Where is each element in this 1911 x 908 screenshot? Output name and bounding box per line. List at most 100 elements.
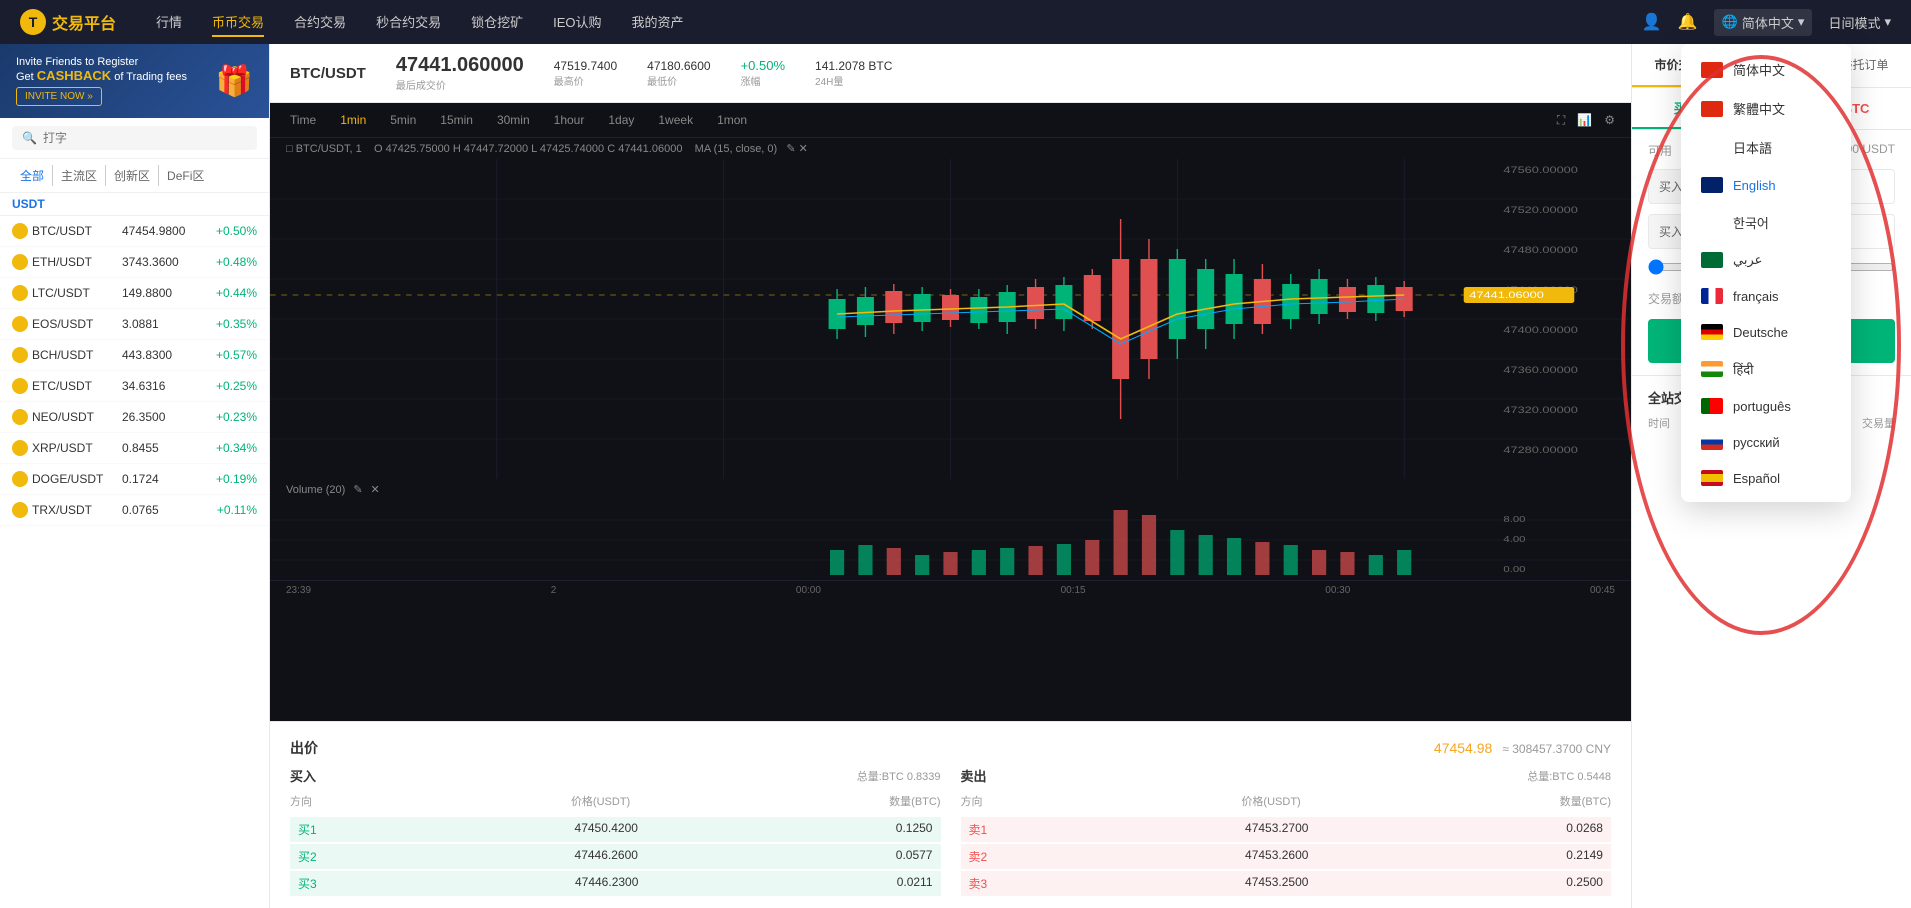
chart-time-1day[interactable]: 1day [604, 111, 638, 129]
vol-close-icon[interactable]: ✕ [371, 483, 380, 496]
ob-sell-row[interactable]: 卖147453.27000.0268 [961, 817, 1612, 842]
nav-ieo[interactable]: IEO认购 [553, 8, 601, 37]
time-label-4: 00:15 [1061, 585, 1086, 596]
tab-defi[interactable]: DeFi区 [158, 165, 212, 186]
chart-ma-close-icon[interactable]: ✕ [799, 143, 808, 155]
lang-selector[interactable]: 🌐 简体中文 ▾ [1714, 9, 1813, 36]
coin-icon [12, 378, 28, 394]
lang-item-hi[interactable]: हिंदी [1681, 350, 1851, 388]
flag-ru [1701, 434, 1723, 450]
ob-buy-qty: 0.1250 [896, 821, 933, 838]
coin-row[interactable]: ETC/USDT 34.6316 +0.25% [0, 371, 269, 402]
ob-buy-header: 方向 价格(USDT) 数量(BTC) [290, 789, 941, 813]
theme-selector[interactable]: 日间模式 ▾ [1828, 13, 1891, 32]
invite-now-button[interactable]: INVITE NOW » [16, 87, 102, 106]
ob-buy-dir: 买3 [298, 875, 317, 892]
ticker-high: 47519.7400 最高价 [554, 59, 617, 88]
coin-price: 0.8455 [122, 441, 202, 455]
lang-name-ko: 한국어 [1733, 213, 1769, 232]
lang-item-ko[interactable]: 한국어 [1681, 203, 1851, 242]
chart-time-15min[interactable]: 15min [436, 111, 477, 129]
user-icon[interactable]: 👤 [1642, 12, 1662, 32]
coin-row[interactable]: EOS/USDT 3.0881 +0.35% [0, 309, 269, 340]
ob-buy-row[interactable]: 买347446.23000.0211 [290, 871, 941, 896]
chart-time-1min[interactable]: 1min [336, 111, 370, 129]
coin-name: EOS/USDT [32, 317, 122, 331]
ticker-low-val: 47180.6600 [647, 59, 710, 73]
settings-icon[interactable]: ⚙ [1604, 113, 1615, 128]
nav-spot[interactable]: 币币交易 [212, 8, 264, 37]
chart-time-30min[interactable]: 30min [493, 111, 534, 129]
lang-name-es: Español [1733, 471, 1780, 486]
coin-row[interactable]: LTC/USDT 149.8800 +0.44% [0, 278, 269, 309]
coin-row[interactable]: BTC/USDT 47454.9800 +0.50% [0, 216, 269, 247]
coin-name: ETC/USDT [32, 379, 122, 393]
ob-sell-row[interactable]: 卖247453.26000.2149 [961, 844, 1612, 869]
ob-buy-price: 47446.2600 [575, 848, 638, 865]
lang-item-ja[interactable]: 日本語 [1681, 128, 1851, 167]
coin-name: DOGE/USDT [32, 472, 122, 486]
fullscreen-icon[interactable]: ⛶ [1557, 113, 1565, 128]
coin-row[interactable]: NEO/USDT 26.3500 +0.23% [0, 402, 269, 433]
ob-sell-price: 47453.2700 [1245, 821, 1308, 838]
svg-text:4.00: 4.00 [1503, 535, 1526, 544]
tab-mainstream[interactable]: 主流区 [52, 165, 105, 186]
lang-item-en[interactable]: English [1681, 167, 1851, 203]
nav-market[interactable]: 行情 [156, 8, 182, 37]
volume-chart[interactable]: 8.00 4.00 0.00 [270, 500, 1631, 580]
notification-icon[interactable]: 🔔 [1678, 12, 1698, 32]
tab-innovation[interactable]: 创新区 [105, 165, 158, 186]
lang-name-fr: français [1733, 289, 1779, 304]
logo[interactable]: T 交易平台 [20, 9, 116, 35]
center-content: BTC/USDT 47441.060000 最后成交价 47519.7400 最… [270, 44, 1631, 908]
tab-all[interactable]: 全部 [12, 165, 52, 186]
market-sub-tab[interactable]: USDT [0, 193, 269, 216]
coin-row[interactable]: BCH/USDT 443.8300 +0.57% [0, 340, 269, 371]
ob-sell-row[interactable]: 卖347453.25000.2500 [961, 871, 1612, 896]
avail-label: 可用 [1648, 142, 1672, 159]
chart-ohlc: O 47425.75000 H 47447.72000 L 47425.7400… [374, 143, 682, 155]
nav-perp[interactable]: 秒合约交易 [376, 8, 441, 37]
candlestick-chart[interactable]: 47560.00000 47520.00000 47480.00000 4744… [270, 159, 1631, 479]
coin-icon [12, 409, 28, 425]
ob-buy-row[interactable]: 买147450.42000.1250 [290, 817, 941, 842]
nav-assets[interactable]: 我的资产 [632, 8, 684, 37]
coin-name: TRX/USDT [32, 503, 122, 517]
coin-change: +0.50% [202, 224, 257, 238]
lang-item-ar[interactable]: عربي [1681, 242, 1851, 278]
coin-icon [12, 285, 28, 301]
ob-buy-price: 47446.2300 [575, 875, 638, 892]
indicator-icon[interactable]: 📊 [1577, 113, 1592, 128]
coin-row[interactable]: TRX/USDT 0.0765 +0.11% [0, 495, 269, 526]
coin-change: +0.25% [202, 379, 257, 393]
lang-item-zh-tw[interactable]: 繁體中文 [1681, 89, 1851, 128]
lang-item-zh-cn[interactable]: 简体中文 [1681, 50, 1851, 89]
lang-item-pt[interactable]: português [1681, 388, 1851, 424]
coin-row[interactable]: DOGE/USDT 0.1724 +0.19% [0, 464, 269, 495]
chart-ma-edit-icon[interactable]: ✎ [786, 143, 795, 155]
chart-time-1week[interactable]: 1week [654, 111, 697, 129]
ob-buy-row[interactable]: 买247446.26000.0577 [290, 844, 941, 869]
chart-time-1hour[interactable]: 1hour [550, 111, 589, 129]
lang-name-hi: हिंदी [1733, 360, 1754, 378]
lang-item-fr[interactable]: français [1681, 278, 1851, 314]
nav-futures[interactable]: 合约交易 [294, 8, 346, 37]
chart-time-5min[interactable]: 5min [386, 111, 420, 129]
chart-time-time[interactable]: Time [286, 111, 320, 129]
chart-toolbar: Time 1min 5min 15min 30min 1hour 1day 1w… [270, 103, 1631, 138]
coin-icon [12, 440, 28, 456]
lang-item-ru[interactable]: русский [1681, 424, 1851, 460]
lang-name-pt: português [1733, 399, 1791, 414]
lang-item-de[interactable]: Deutsche [1681, 314, 1851, 350]
coin-row[interactable]: XRP/USDT 0.8455 +0.34% [0, 433, 269, 464]
chart-time-1mon[interactable]: 1mon [713, 111, 751, 129]
ticker-vol-val: 141.2078 BTC [815, 59, 892, 73]
main-layout: Invite Friends to Register Get CASHBACK … [0, 44, 1911, 908]
search-input[interactable] [43, 131, 247, 145]
nav-mining[interactable]: 锁仓挖矿 [471, 8, 523, 37]
coin-row[interactable]: ETH/USDT 3743.3600 +0.48% [0, 247, 269, 278]
lang-item-es[interactable]: Español [1681, 460, 1851, 496]
search-icon: 🔍 [22, 131, 37, 145]
coin-change: +0.34% [202, 441, 257, 455]
vol-edit-icon[interactable]: ✎ [353, 483, 362, 496]
